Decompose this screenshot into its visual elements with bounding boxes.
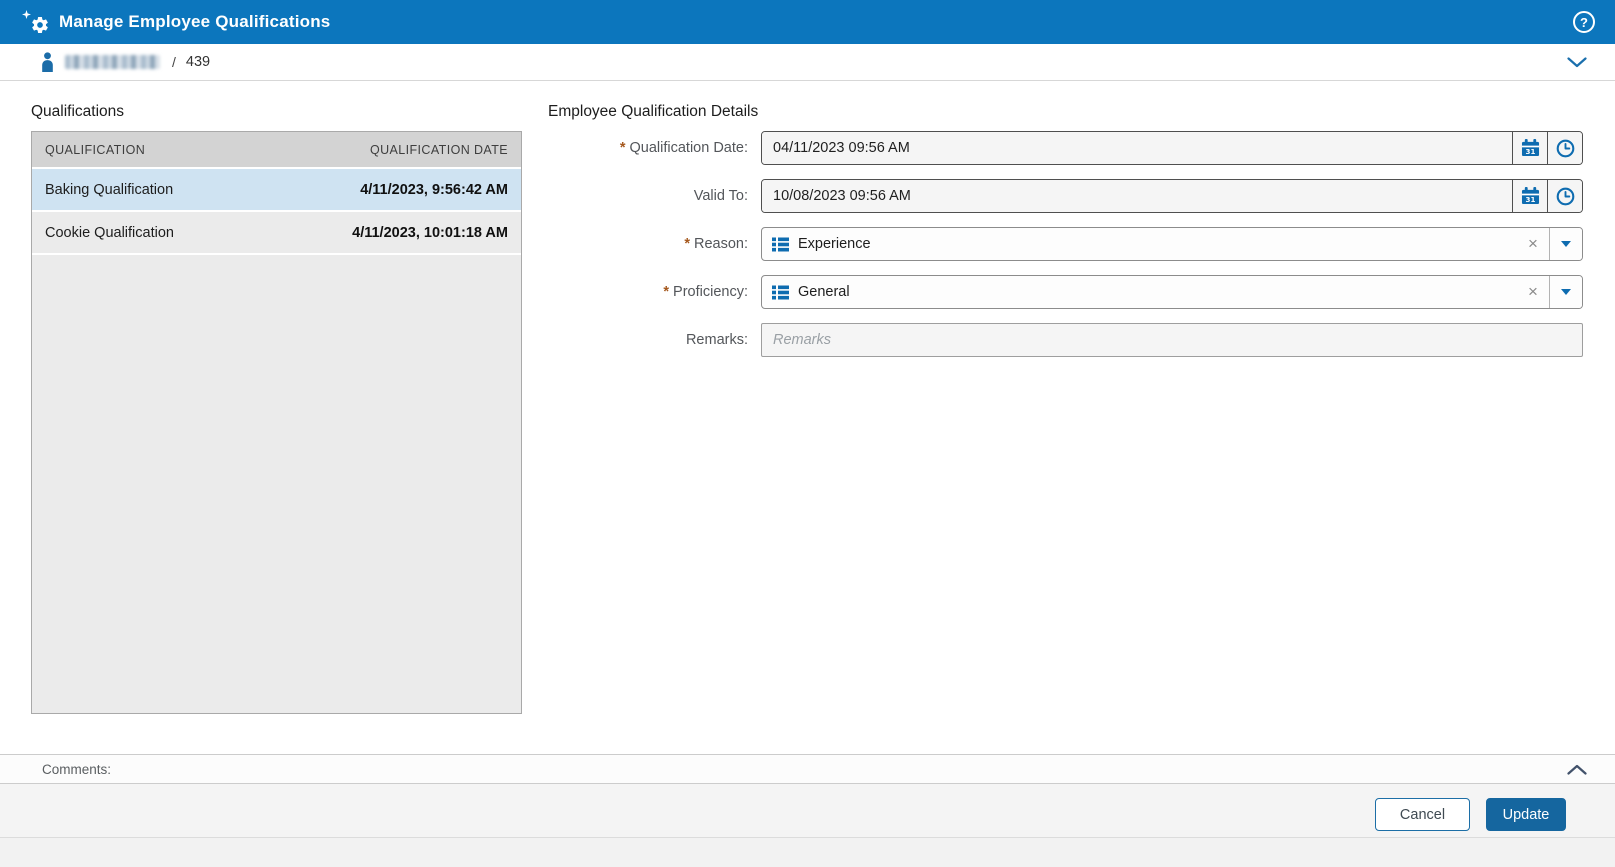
calendar-picker-button[interactable]: 31 <box>1512 180 1547 212</box>
proficiency-value: General <box>798 284 850 300</box>
expand-comments-button[interactable] <box>1563 760 1591 779</box>
qualification-date: 4/11/2023, 9:56:42 AM <box>360 181 508 198</box>
qualifications-panel: Qualifications QUALIFICATION QUALIFICATI… <box>31 103 522 754</box>
page-title: Manage Employee Qualifications <box>59 12 331 31</box>
proficiency-label: * Proficiency: <box>663 284 748 300</box>
titlebar: Manage Employee Qualifications ? <box>0 0 1615 44</box>
column-header-qualification[interactable]: QUALIFICATION <box>45 143 277 157</box>
time-picker-button[interactable] <box>1547 132 1582 164</box>
remarks-input[interactable] <box>761 323 1583 357</box>
collapse-header-button[interactable] <box>1563 53 1591 72</box>
reason-value: Experience <box>798 236 871 252</box>
comments-label: Comments: <box>42 761 112 777</box>
valid-to-field: 31 <box>761 179 1583 213</box>
qualification-name: Baking Qualification <box>45 181 174 198</box>
chevron-up-icon <box>1567 764 1587 775</box>
clock-icon <box>1556 187 1574 205</box>
qualification-date-input[interactable] <box>762 132 1512 164</box>
valid-to-row: Valid To: 31 <box>548 179 1583 213</box>
breadcrumb-separator: / <box>172 54 176 70</box>
update-button[interactable]: Update <box>1486 798 1566 831</box>
person-icon <box>40 52 55 72</box>
column-header-qualification-date[interactable]: QUALIFICATION DATE <box>277 143 509 157</box>
valid-to-label: Valid To: <box>693 188 748 204</box>
reason-dropdown-button[interactable] <box>1549 228 1582 260</box>
clear-icon[interactable]: × <box>1517 282 1549 302</box>
list-icon <box>772 285 789 300</box>
time-picker-button[interactable] <box>1547 180 1582 212</box>
reason-combobox[interactable]: Experience × <box>761 227 1583 261</box>
table-row[interactable]: Baking Qualification 4/11/2023, 9:56:42 … <box>32 169 521 212</box>
qualification-date-label: * Qualification Date: <box>619 140 748 156</box>
table-row[interactable]: Cookie Qualification 4/11/2023, 10:01:18… <box>32 212 521 255</box>
list-icon <box>772 237 789 252</box>
required-marker: * <box>684 236 690 252</box>
reason-label: * Reason: <box>684 236 748 252</box>
breadcrumb: / 439 <box>0 44 1615 81</box>
qualification-date-field: 31 <box>761 131 1583 165</box>
comments-bar: Comments: <box>0 754 1615 784</box>
details-title: Employee Qualification Details <box>548 103 759 120</box>
employee-name-redacted <box>65 55 160 69</box>
proficiency-dropdown-button[interactable] <box>1549 276 1582 308</box>
qualifications-table: QUALIFICATION QUALIFICATION DATE Baking … <box>31 131 522 714</box>
help-glyph: ? <box>1580 14 1588 30</box>
required-marker: * <box>663 284 670 300</box>
footer-actions: Cancel Update <box>0 784 1615 838</box>
required-marker: * <box>619 140 626 156</box>
proficiency-combobox[interactable]: General × <box>761 275 1583 309</box>
clock-icon <box>1556 139 1574 157</box>
main-content: Qualifications QUALIFICATION QUALIFICATI… <box>0 81 1615 754</box>
valid-to-input[interactable] <box>762 180 1512 212</box>
caret-down-icon <box>1561 241 1571 247</box>
qualification-name: Cookie Qualification <box>45 224 174 241</box>
qualification-date-row: *Qualification Date: 31 <box>548 131 1583 165</box>
reason-row: * Reason: Experience × <box>548 227 1583 261</box>
manage-employee-qualifications-window: Manage Employee Qualifications ? / 439 Q… <box>0 0 1615 867</box>
details-panel: Employee Qualification Details * Qualific… <box>548 103 1615 754</box>
bottom-strip <box>0 838 1615 867</box>
qualification-date: 4/11/2023, 10:01:18 AM <box>352 224 508 241</box>
proficiency-row: * Proficiency: General × <box>548 275 1583 309</box>
calendar-icon: 31 <box>1521 139 1539 157</box>
calendar-picker-button[interactable]: 31 <box>1512 132 1547 164</box>
table-empty-area <box>32 255 521 713</box>
clear-icon[interactable]: × <box>1517 234 1549 254</box>
cancel-button[interactable]: Cancel <box>1375 798 1470 831</box>
remarks-label: Remarks: <box>685 332 748 348</box>
calendar-icon: 31 <box>1521 187 1539 205</box>
qualifications-title: Qualifications <box>31 103 125 120</box>
remarks-row: Remarks: <box>548 323 1583 357</box>
caret-down-icon <box>1561 289 1571 295</box>
svg-text:31: 31 <box>1525 147 1535 156</box>
help-icon[interactable]: ? <box>1573 11 1595 33</box>
svg-text:31: 31 <box>1525 195 1535 204</box>
chevron-down-icon <box>1567 56 1587 67</box>
qualifications-table-header: QUALIFICATION QUALIFICATION DATE <box>32 132 521 169</box>
manage-gear-icon <box>22 9 50 35</box>
employee-id: 439 <box>185 54 211 70</box>
